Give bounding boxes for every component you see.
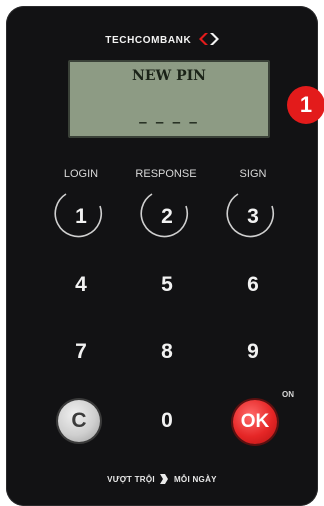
slogan-right: MỖI NGÀY	[173, 475, 217, 485]
on-label: ON	[282, 390, 294, 399]
token-device: TECHCOMBANK NEW PIN _ _ _ _ LOGIN RESPON…	[6, 6, 318, 506]
chevron-right-icon	[160, 474, 169, 486]
display-line-1: NEW PIN	[132, 68, 206, 84]
callout-badge: 1	[287, 86, 324, 124]
lcd-display: NEW PIN _ _ _ _	[68, 60, 270, 138]
key-1-login[interactable]: 1	[51, 195, 111, 239]
response-label: RESPONSE	[135, 168, 197, 180]
clear-button[interactable]: C	[58, 400, 100, 442]
key-4[interactable]: 4	[51, 263, 111, 307]
techcombank-logo-icon	[198, 33, 219, 48]
key-9[interactable]: 9	[223, 330, 283, 374]
key-7[interactable]: 7	[51, 330, 111, 374]
slogan-left: VƯỢT TRỘI	[107, 475, 155, 485]
key-6[interactable]: 6	[223, 263, 283, 307]
key-8[interactable]: 8	[137, 330, 197, 374]
brand-name: TECHCOMBANK	[105, 35, 192, 47]
ok-button[interactable]: OK	[233, 400, 277, 444]
key-2-response[interactable]: 2	[137, 195, 197, 239]
display-line-2: _ _ _ _	[139, 106, 199, 124]
key-5[interactable]: 5	[137, 263, 197, 307]
slogan: VƯỢT TRỘI MỖI NGÀY	[6, 474, 318, 486]
key-3-sign[interactable]: 3	[223, 195, 283, 239]
brand-header: TECHCOMBANK	[6, 33, 318, 48]
sign-label: SIGN	[239, 168, 267, 180]
login-label: LOGIN	[63, 168, 99, 180]
key-0[interactable]: 0	[137, 399, 197, 443]
